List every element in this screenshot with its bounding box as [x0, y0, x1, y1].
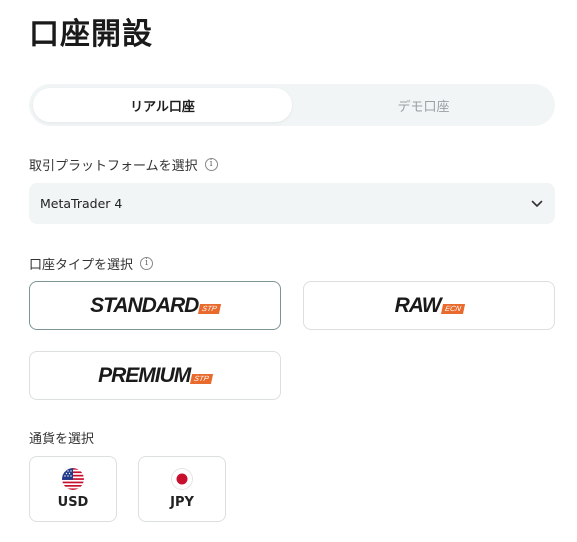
- info-icon[interactable]: i: [204, 158, 218, 171]
- currency-code-usd: USD: [57, 495, 89, 510]
- account-type-premium[interactable]: PREMIUM STP: [29, 351, 281, 400]
- raw-logo-badge: ECN: [440, 304, 465, 315]
- chevron-down-icon: [531, 200, 543, 207]
- info-icon[interactable]: i: [140, 257, 154, 270]
- standard-logo: STANDARD STP: [90, 294, 222, 317]
- currency-section-label: 通貨を選択: [29, 428, 94, 447]
- account-type-raw[interactable]: RAW ECN: [303, 281, 555, 330]
- page-title: 口座開設: [29, 17, 153, 52]
- currency-option-jpy[interactable]: JPY: [138, 456, 226, 522]
- tab-real-account[interactable]: リアル口座: [33, 88, 292, 122]
- premium-logo-word: PREMIUM: [98, 364, 191, 387]
- premium-logo-badge: STP: [190, 374, 213, 385]
- platform-label-text: 取引プラットフォームを選択: [29, 159, 198, 174]
- premium-logo: PREMIUM STP: [98, 364, 213, 387]
- us-flag-icon: [62, 468, 84, 490]
- platform-select-value: MetaTrader 4: [40, 196, 123, 211]
- raw-logo-word: RAW: [394, 294, 442, 317]
- standard-logo-word: STANDARD: [90, 294, 199, 317]
- raw-logo: RAW ECN: [394, 294, 465, 317]
- platform-section-label: 取引プラットフォームを選択 i: [29, 155, 218, 174]
- account-mode-tabs: リアル口座 デモ口座: [29, 84, 555, 126]
- account-type-standard[interactable]: STANDARD STP: [29, 281, 281, 330]
- account-type-label-text: 口座タイプを選択: [29, 258, 134, 273]
- currency-option-usd[interactable]: USD: [29, 456, 117, 522]
- account-type-section-label: 口座タイプを選択 i: [29, 254, 154, 273]
- tab-demo-account[interactable]: デモ口座: [296, 88, 551, 122]
- jp-flag-icon: [171, 468, 193, 490]
- currency-code-jpy: JPY: [170, 495, 194, 510]
- currency-label-text: 通貨を選択: [29, 432, 95, 447]
- platform-select[interactable]: MetaTrader 4: [29, 183, 555, 224]
- standard-logo-badge: STP: [198, 304, 222, 315]
